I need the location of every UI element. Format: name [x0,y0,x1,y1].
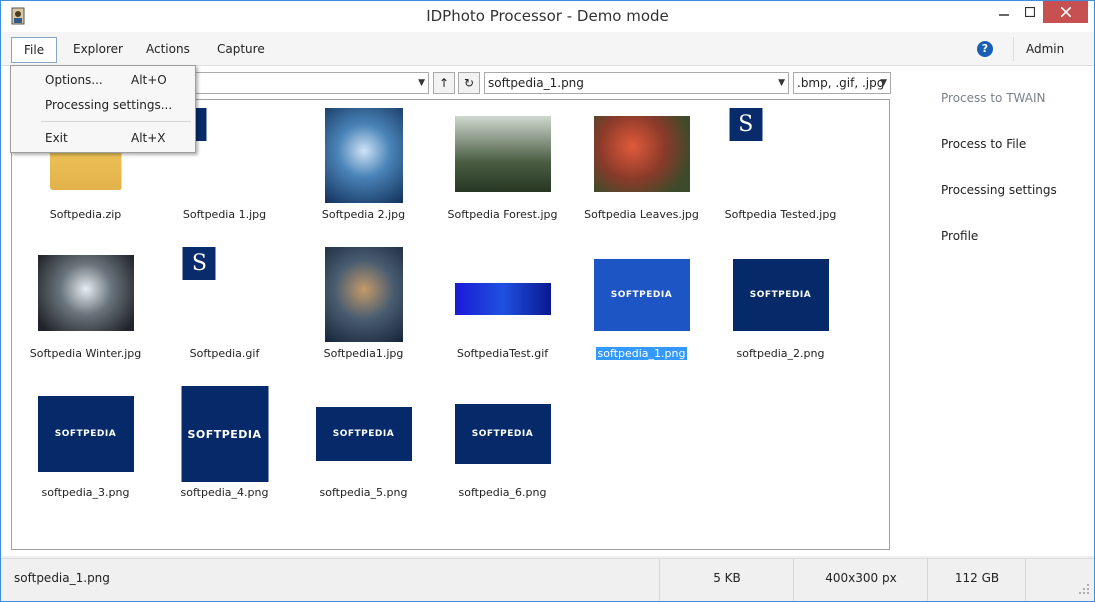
file-name-label: softpedia_3.png [41,486,130,499]
status-dimensions: 400x300 px [793,559,928,601]
app-window: IDPhoto Processor - Demo mode File Explo… [0,0,1095,602]
file-thumbnail[interactable]: Softpedia Forest.jpg [433,104,572,243]
file-thumbnail[interactable]: Softpedia Leaves.jpg [572,104,711,243]
status-free-space: 112 GB [927,559,1026,601]
file-name-label: Softpedia 1.jpg [182,208,267,221]
menu-item-options[interactable]: Options... Alt+O [11,69,195,91]
file-name-label: Softpedia Winter.jpg [29,347,142,360]
file-thumbnail[interactable]: SOFTPEDIA softpedia_3.png [16,382,155,521]
refresh-button[interactable]: ↻ [458,72,480,94]
minimize-button[interactable] [991,1,1017,23]
menu-item-exit[interactable]: Exit Alt+X [11,127,195,149]
file-thumbnail[interactable]: SOFTPEDIA softpedia_1.png [572,243,711,382]
file-thumbnail[interactable]: Softpedia 2.jpg [294,104,433,243]
softpedia-logo-thumbnail: SOFTPEDIA [593,259,690,331]
help-icon[interactable]: ? [977,41,993,57]
winter-photo-thumbnail [37,255,134,331]
chevron-down-icon: ▼ [880,78,887,88]
s-logo-thumbnail: S [729,108,763,141]
file-name-label: softpedia_4.png [180,486,269,499]
file-thumbnail[interactable]: S Softpedia.gif [155,243,294,382]
file-menu-dropdown: Options... Alt+O Processing settings... … [10,65,196,153]
resize-grip[interactable] [1025,559,1094,601]
softpedia-logo-thumbnail: SOFTPEDIA [315,407,412,461]
window-title: IDPhoto Processor - Demo mode [426,7,669,25]
status-bar: softpedia_1.png 5 KB 400x300 px 112 GB [1,558,1094,601]
close-icon [1060,7,1071,17]
process-to-file-link[interactable]: Process to File [941,137,1026,151]
softpedia-logo-thumbnail: SOFTPEDIA [454,404,551,464]
file-name-label: softpedia_2.png [736,347,825,360]
processing-settings-link[interactable]: Processing settings [941,183,1057,197]
file-thumbnail[interactable]: S Softpedia Tested.jpg [711,104,850,243]
maximize-button[interactable] [1017,1,1043,23]
status-size: 5 KB [659,559,794,601]
file-combo-value: softpedia_1.png [488,76,584,90]
file-name-label: softpedia_1.png [594,346,689,361]
minimize-icon [999,14,1009,16]
artwork-thumbnail [324,247,403,342]
file-thumbnail[interactable]: SOFTPEDIA softpedia_5.png [294,382,433,521]
artwork-thumbnail [324,108,403,203]
file-thumbnail[interactable]: Softpedia1.jpg [294,243,433,382]
file-thumbnail[interactable]: Softpedia Winter.jpg [16,243,155,382]
menu-file[interactable]: File [11,37,58,63]
chevron-down-icon: ▼ [778,78,785,88]
file-name-label: Softpedia Forest.jpg [447,208,558,221]
up-folder-button[interactable]: ↑ [433,72,455,94]
chevron-down-icon: ▼ [418,78,425,88]
file-name-label: SoftpediaTest.gif [456,347,549,360]
profile-link[interactable]: Profile [941,229,978,243]
forest-photo-thumbnail [454,116,551,192]
file-name-label: softpedia_5.png [319,486,408,499]
arrow-up-icon: ↑ [438,76,450,90]
file-thumbnail[interactable]: SOFTPEDIA softpedia_2.png [711,243,850,382]
file-thumbnail[interactable]: SOFTPEDIA softpedia_6.png [433,382,572,521]
process-to-twain-link[interactable]: Process to TWAIN [941,91,1045,105]
menu-explorer[interactable]: Explorer [61,37,135,61]
banner-thumbnail [454,283,551,315]
leaves-photo-thumbnail [593,116,690,192]
s-logo-thumbnail: S [182,247,216,280]
close-button[interactable] [1043,1,1088,23]
softpedia-logo-thumbnail: SOFTPEDIA [37,396,134,472]
file-name-label: Softpedia Leaves.jpg [584,208,699,221]
file-combo[interactable]: softpedia_1.png ▼ [484,72,789,94]
menu-bar: File Explorer Actions Capture ? Admin [1,32,1094,66]
file-name-label: softpedia_6.png [458,486,547,499]
title-bar: IDPhoto Processor - Demo mode [1,1,1094,32]
file-gallery: Softpedia.zip S Softpedia 1.jpg Softpedia 2… [11,99,890,550]
file-thumbnail[interactable]: SOFTPEDIA softpedia_4.png [155,382,294,521]
file-name-label: Softpedia 2.jpg [321,208,406,221]
refresh-icon: ↻ [463,76,475,90]
menu-capture[interactable]: Capture [205,37,277,61]
file-name-label: Softpedia Tested.jpg [724,208,837,221]
file-name-label: Softpedia.gif [189,347,260,360]
resize-grip-icon [1079,584,1089,594]
menu-separator [41,121,191,122]
status-filename: softpedia_1.png [14,571,110,585]
file-thumbnail[interactable]: SoftpediaTest.gif [433,243,572,382]
file-name-label: Softpedia1.jpg [323,347,404,360]
admin-button[interactable]: Admin [1013,37,1076,61]
file-name-label: Softpedia.zip [49,208,122,221]
menu-actions[interactable]: Actions [134,37,202,61]
maximize-icon [1025,7,1035,17]
softpedia-logo-thumbnail: SOFTPEDIA [181,386,268,482]
menu-item-processing-settings[interactable]: Processing settings... [11,94,195,116]
actions-sidebar: Process to TWAIN Process to File Process… [904,66,1094,556]
filter-combo[interactable]: .bmp, .gif, .jpg ▼ [793,72,891,94]
softpedia-logo-thumbnail: SOFTPEDIA [732,259,829,331]
filter-combo-value: .bmp, .gif, .jpg [797,76,885,90]
